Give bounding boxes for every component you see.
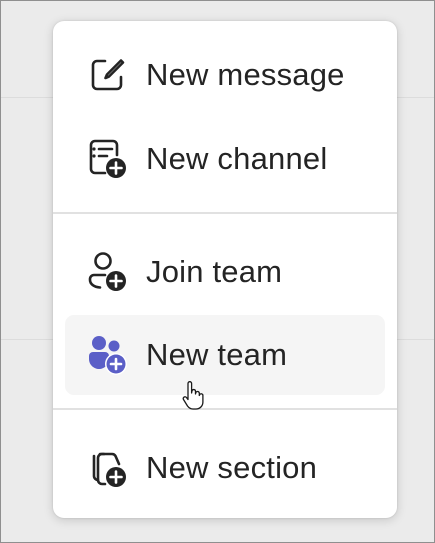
people-team-add-icon: [85, 333, 129, 377]
menu-item-label: New team: [146, 337, 288, 372]
menu-item-label: New message: [146, 57, 345, 92]
menu-item-label: New section: [146, 450, 318, 485]
hand-cursor-icon: [182, 381, 204, 411]
app-background: New message New channel Join team New te…: [0, 0, 435, 543]
menu-item-label: Join team: [146, 254, 283, 289]
compose-icon: [85, 53, 129, 97]
menu-item-join-team[interactable]: Join team: [65, 232, 385, 312]
menu-item-label: New channel: [146, 141, 328, 176]
channel-add-icon: [85, 137, 129, 181]
menu-item-new-channel[interactable]: New channel: [65, 119, 385, 199]
menu-item-new-team[interactable]: New team: [65, 315, 385, 395]
person-add-icon: [85, 250, 129, 294]
menu-divider: [53, 408, 397, 410]
menu-item-new-section[interactable]: New section: [65, 428, 385, 508]
menu-item-new-message[interactable]: New message: [65, 35, 385, 115]
create-menu: New message New channel Join team New te…: [53, 21, 397, 518]
section-add-icon: [85, 446, 129, 490]
menu-divider: [53, 212, 397, 214]
